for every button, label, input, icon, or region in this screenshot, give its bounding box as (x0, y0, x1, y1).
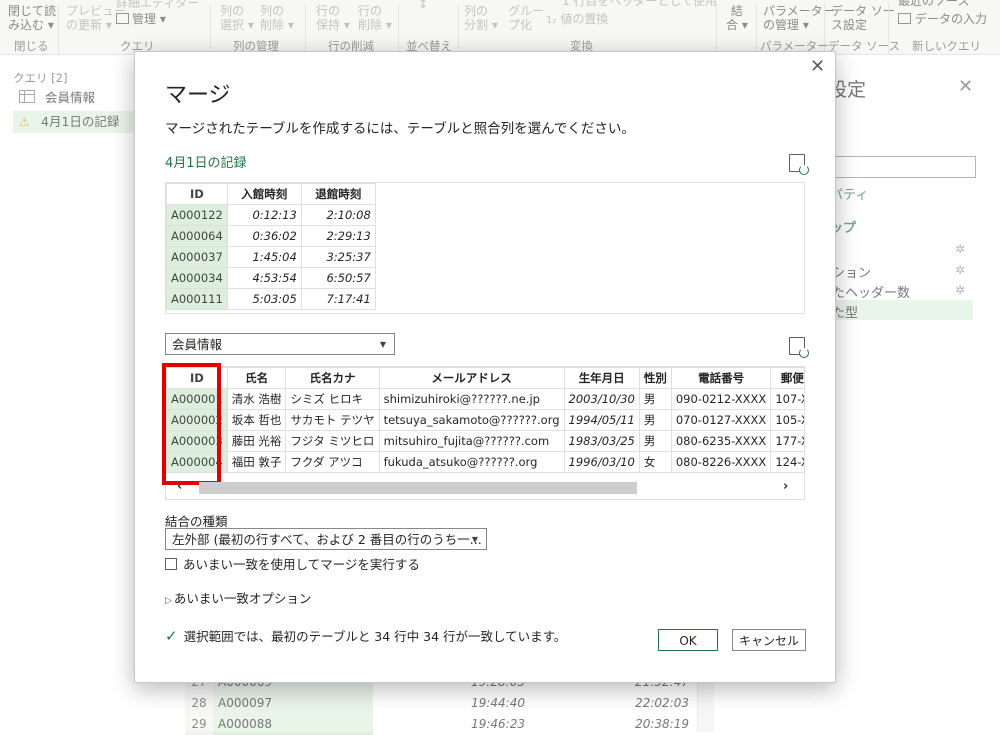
table-cell: 107-XXXX (770, 388, 804, 410)
refresh-preview-icon[interactable] (789, 337, 809, 358)
fuzzy-options-toggle[interactable]: ▷ あいまい一致オプション (165, 588, 311, 607)
table-row: A000037 1:45:04 3:25:37 (166, 246, 376, 268)
second-table-select-value: 会員情報 (172, 337, 223, 352)
id-column-highlight (162, 363, 221, 485)
table-cell: 0:36:02 (226, 225, 302, 247)
dialog-description: マージされたテーブルを作成するには、テーブルと照合列を選んでください。 (165, 121, 635, 137)
id-cell: A000034 (166, 267, 228, 289)
ok-button[interactable]: OK (658, 629, 718, 651)
table-cell: 坂本 哲也 (226, 409, 287, 431)
fuzzy-options-label: あいまい一致オプション (173, 591, 312, 606)
column-header[interactable]: 入館時刻 (226, 183, 302, 205)
table-cell: fukuda_atsuko@??????.org (378, 451, 565, 473)
id-cell: A000037 (166, 246, 228, 268)
table-cell: フジタ ミツヒロ (285, 430, 380, 452)
table-row: A000003 藤田 光裕 フジタ ミツヒロ mitsuhiro_fujita@???… (166, 430, 804, 452)
horizontal-scrollbar[interactable]: ‹ › (173, 479, 799, 496)
column-header[interactable]: メールアドレス (378, 367, 565, 389)
table-cell: 177-XXXX (770, 430, 804, 452)
id-cell: A000122 (166, 204, 228, 226)
scroll-left-icon[interactable]: ‹ (177, 479, 182, 494)
dialog-title: マージ (165, 83, 231, 108)
table-cell: 1994/05/11 (563, 409, 640, 431)
table-cell: 2:10:08 (300, 204, 376, 226)
column-header[interactable]: 退館時刻 (300, 183, 376, 205)
column-header[interactable]: 氏名 (226, 367, 287, 389)
column-header[interactable]: 氏名カナ (285, 367, 380, 389)
column-header[interactable]: 電話番号 (670, 367, 772, 389)
table-cell: 4:53:54 (226, 267, 302, 289)
table-cell: フクダ アツコ (285, 451, 380, 473)
fuzzy-match-label: あいまい一致を使用してマージを実行する (183, 557, 420, 572)
table-row: A000122 0:12:13 2:10:08 (166, 204, 376, 226)
table-cell: 福田 敦子 (226, 451, 287, 473)
table-row: A000111 5:03:05 7:17:41 (166, 288, 376, 310)
table-cell: 080-6235-XXXX (670, 430, 772, 452)
table-cell: 7:17:41 (300, 288, 376, 310)
first-table: ID 入館時刻 退館時刻 A000122 0:12:13 2:10:08 A00006… (166, 183, 376, 310)
table-cell: 0:12:13 (226, 204, 302, 226)
table-row: A000064 0:36:02 2:29:13 (166, 225, 376, 247)
table-cell: 124-XXXX (770, 451, 804, 473)
scroll-right-icon[interactable]: › (783, 479, 788, 494)
id-cell: A000064 (166, 225, 228, 247)
check-icon: ✓ (165, 627, 178, 645)
table-cell: 藤田 光裕 (226, 430, 287, 452)
table-header-row: ID 氏名 氏名カナ メールアドレス 生年月日 性別 電話番号 郵便番号 (166, 367, 804, 389)
table-cell: シミズ ヒロキ (285, 388, 380, 410)
table-cell: 清水 浩樹 (226, 388, 287, 410)
table-cell: 080-8226-XXXX (670, 451, 772, 473)
chevron-right-icon: ▷ (165, 596, 172, 606)
column-header[interactable]: 郵便番号 (770, 367, 804, 389)
table-cell: mitsuhiro_fujita@??????.com (378, 430, 565, 452)
chevron-down-icon: ▼ (379, 340, 386, 349)
table-cell: 男 (638, 388, 672, 410)
fuzzy-match-checkbox[interactable] (165, 558, 177, 570)
table-cell: サカモト テツヤ (285, 409, 380, 431)
table-cell: 1996/03/10 (563, 451, 640, 473)
table-cell: 6:50:57 (300, 267, 376, 289)
table-row: A000002 坂本 哲也 サカモト テツヤ tetsuya_sakamoto@???… (166, 409, 804, 431)
cancel-button[interactable]: キャンセル (732, 629, 806, 651)
table-row: A000034 4:53:54 6:50:57 (166, 267, 376, 289)
close-icon[interactable]: ✕ (810, 56, 825, 77)
match-status-text: 選択範囲では、最初のテーブルと 34 行中 34 行が一致しています。 (183, 629, 567, 644)
table-cell: 男 (638, 409, 672, 431)
first-table-preview: ID 入館時刻 退館時刻 A000122 0:12:13 2:10:08 A00006… (165, 182, 805, 314)
table-row: A000004 福田 敦子 フクダ アツコ fukuda_atsuko@??????.… (166, 451, 804, 473)
second-table-select[interactable]: 会員情報 ▼ (165, 333, 395, 355)
table-cell: 1:45:04 (226, 246, 302, 268)
table-cell: 3:25:37 (300, 246, 376, 268)
second-table: ID 氏名 氏名カナ メールアドレス 生年月日 性別 電話番号 郵便番号 A00… (166, 367, 804, 473)
table-row: A000001 清水 浩樹 シミズ ヒロキ shimizuhiroki@??????.… (166, 388, 804, 410)
table-cell: 男 (638, 430, 672, 452)
match-status: ✓ 選択範囲では、最初のテーブルと 34 行中 34 行が一致しています。 (165, 626, 566, 645)
merge-dialog: ✕ マージ マージされたテーブルを作成するには、テーブルと照合列を選んでください… (134, 51, 836, 683)
chevron-down-icon: ▼ (471, 535, 478, 544)
table-cell: 5:03:05 (226, 288, 302, 310)
column-header-id[interactable]: ID (166, 183, 228, 205)
table-cell: 1983/03/25 (563, 430, 640, 452)
scroll-thumb[interactable] (199, 482, 637, 494)
first-table-name: 4月1日の記録 (165, 156, 247, 171)
join-kind-select[interactable]: 左外部 (最初の行すべて、および 2 番目の行のうち一... ▼ (165, 528, 487, 550)
id-cell: A000111 (166, 288, 228, 310)
table-cell: 2:29:13 (300, 225, 376, 247)
column-header[interactable]: 性別 (638, 367, 672, 389)
join-kind-value: 左外部 (最初の行すべて、および 2 番目の行のうち一... (172, 532, 482, 547)
column-header[interactable]: 生年月日 (563, 367, 640, 389)
table-cell: 090-0212-XXXX (670, 388, 772, 410)
table-header-row: ID 入館時刻 退館時刻 (166, 183, 376, 205)
table-cell: 105-XXXX (770, 409, 804, 431)
refresh-preview-icon[interactable] (789, 154, 809, 175)
table-cell: tetsuya_sakamoto@??????.org (378, 409, 565, 431)
fuzzy-match-option[interactable]: あいまい一致を使用してマージを実行する (165, 554, 420, 573)
table-cell: 070-0127-XXXX (670, 409, 772, 431)
table-cell: shimizuhiroki@??????.ne.jp (378, 388, 565, 410)
table-cell: 2003/10/30 (563, 388, 640, 410)
table-cell: 女 (638, 451, 672, 473)
